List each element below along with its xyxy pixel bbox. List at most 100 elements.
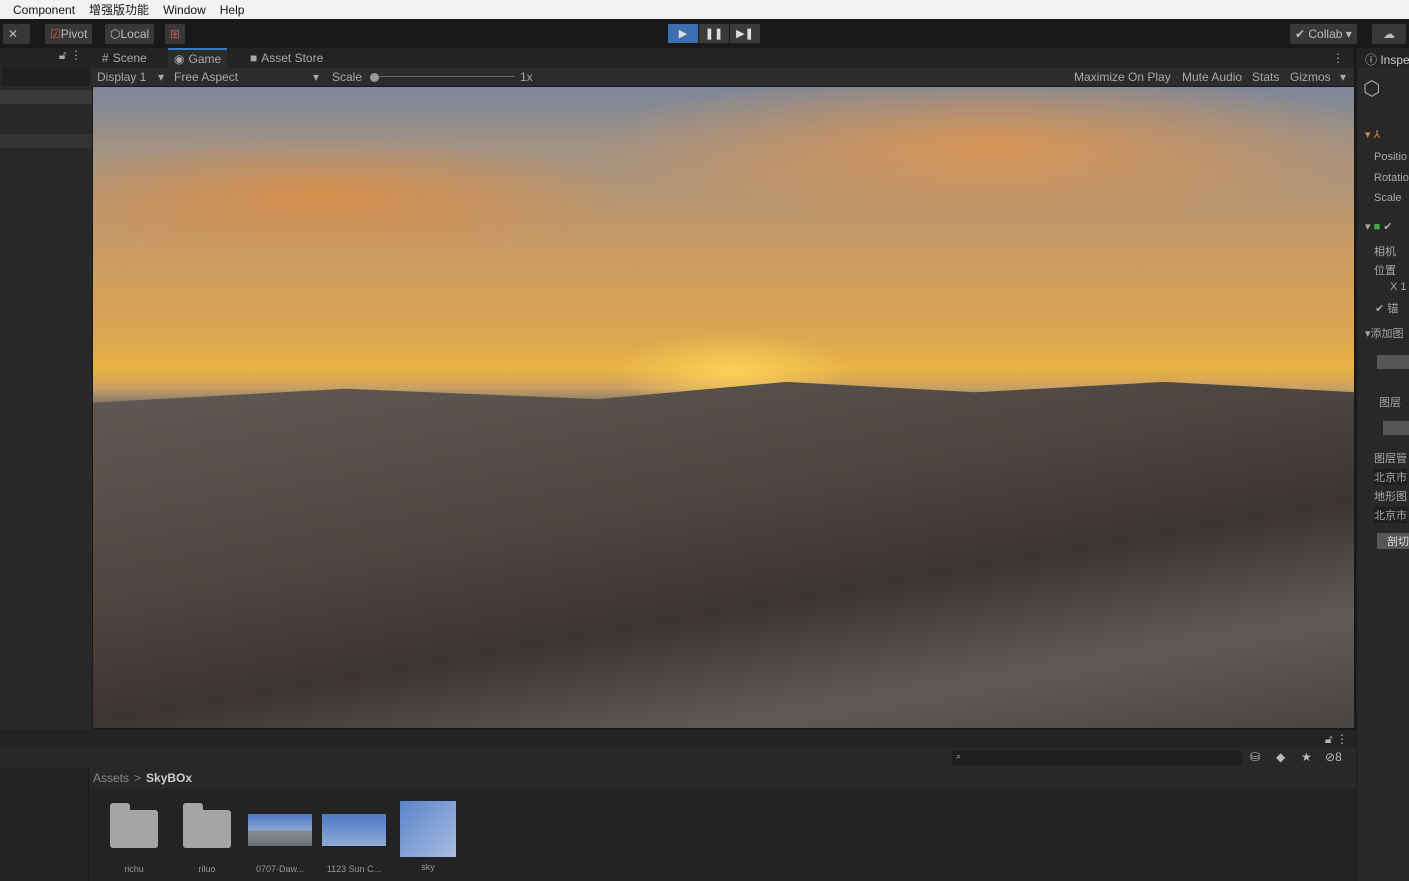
scale-label: Scale (332, 70, 363, 84)
grid-icon: # (102, 51, 109, 65)
terrain (93, 381, 1354, 728)
menu-help[interactable]: Help (220, 3, 245, 17)
menu-bar: Component 增强版功能 Window Help (0, 0, 1409, 19)
layer-dropdown[interactable] (1377, 355, 1409, 369)
project-header: 🔓︎ ⋮ (0, 730, 1356, 748)
scale-value: 1x (520, 70, 533, 84)
asset-name: 1123 Sun C... (326, 864, 382, 874)
tab-inspector[interactable]: ⓘ Inspe (1357, 48, 1409, 68)
asset-name: richu (124, 864, 144, 874)
tab-game[interactable]: ◉ Game (168, 48, 228, 68)
camera-label: 相机 (1374, 246, 1396, 258)
cut-button[interactable]: 剖切 (1377, 533, 1409, 549)
gamepad-icon: ◉ (174, 52, 185, 66)
tab-game-label: Game (188, 52, 222, 66)
inspector-panel: ⓘ Inspe ⬡ ▾ ⅄ Positio Rotatio Scale ▾ ■ … (1356, 48, 1409, 881)
x-field[interactable]: X 1 (1390, 281, 1407, 293)
asset-item[interactable]: 1123 Sun C... (319, 800, 389, 874)
component-checkbox[interactable]: ▾ ■ ✔ (1365, 220, 1393, 233)
filter-icon[interactable]: ⛁ (1250, 750, 1260, 764)
local-button[interactable]: ⬡ Local (105, 24, 155, 44)
layer-manager-label: 图层管 (1374, 453, 1407, 465)
menu-component[interactable]: Component (13, 3, 75, 17)
toolbar: ✕ ☑ Pivot ⬡ Local ⊞ ▶ ❚❚ ▶❚ ✔ Collab ▾ ☁ (0, 19, 1409, 48)
add-layer-foldout[interactable]: ▾添加图 (1365, 325, 1404, 341)
anchor-checkbox[interactable]: ✔ 锚 (1375, 300, 1398, 316)
asset-item[interactable]: sky (393, 800, 463, 872)
hierarchy-panel: 🔓︎ ⋮ (0, 48, 92, 730)
skybox-thumbnail (248, 814, 312, 846)
cloud-icon[interactable]: ☁ (1372, 24, 1406, 44)
asset-item[interactable]: richu (99, 800, 169, 874)
project-search[interactable]: ⌕ (952, 751, 1242, 765)
tab-asset-store[interactable]: ■ Asset Store (244, 48, 329, 68)
layer-item[interactable]: 北京市 (1374, 469, 1407, 485)
asset-name: 0707-Daw... (255, 864, 305, 874)
asset-name: riluo (198, 864, 216, 874)
collab-button[interactable]: ✔ Collab ▾ (1290, 24, 1357, 44)
step-button[interactable]: ▶❚ (730, 24, 760, 43)
breadcrumb: Assets > SkyBOx (89, 768, 1356, 788)
pause-button[interactable]: ❚❚ (699, 24, 729, 43)
stats-toggle[interactable]: Stats (1252, 70, 1279, 84)
layer-item[interactable]: 北京市 (1374, 507, 1407, 523)
transform-icon: ▾ ⅄ (1365, 129, 1381, 141)
lock-icon[interactable]: 🔓︎ ⋮ (1325, 732, 1348, 747)
tab-scene[interactable]: # Scene (96, 48, 153, 68)
position-label: Positio (1374, 151, 1408, 163)
hidden-count-value: 8 (1335, 750, 1342, 764)
local-label: Local (120, 27, 150, 41)
asset-item[interactable]: 0707-Daw... (245, 800, 315, 874)
maximize-on-play-toggle[interactable]: Maximize On Play (1074, 70, 1171, 84)
label-icon[interactable]: ◆ (1276, 750, 1285, 764)
game-viewport[interactable] (93, 87, 1354, 728)
star-icon[interactable]: ★ (1301, 750, 1312, 764)
breadcrumb-separator: > (134, 771, 142, 785)
display-dropdown[interactable]: Display 1 (97, 70, 146, 84)
menu-enhanced[interactable]: 增强版功能 (89, 1, 149, 18)
anchor-label: 锚 (1387, 303, 1399, 315)
pivot-button[interactable]: ☑ Pivot (45, 24, 93, 44)
inspector-title: Inspe (1380, 53, 1409, 67)
hierarchy-row[interactable] (0, 90, 92, 104)
menu-window[interactable]: Window (163, 3, 206, 17)
add-layer-label: 添加图 (1370, 328, 1404, 340)
snap-icon[interactable]: ⊞ (165, 24, 186, 44)
chevron-down-icon: ▾ (313, 70, 320, 84)
project-tree (0, 768, 89, 881)
asset-item[interactable]: riluo (172, 800, 242, 874)
hierarchy-search[interactable] (2, 68, 90, 86)
aspect-dropdown[interactable]: Free Aspect (174, 70, 238, 84)
layer-button[interactable] (1383, 421, 1409, 435)
mute-audio-toggle[interactable]: Mute Audio (1182, 70, 1242, 84)
scale-label: Scale (1374, 192, 1402, 204)
collab-label: Collab ▾ (1308, 27, 1352, 41)
scale-slider[interactable] (370, 73, 515, 82)
folder-icon (183, 803, 231, 848)
asset-name: sky (421, 862, 435, 872)
tools-icon[interactable]: ✕ (3, 24, 30, 44)
sunset-sky (93, 87, 1354, 408)
gizmos-toggle[interactable]: Gizmos (1290, 70, 1331, 84)
breadcrumb-skybox[interactable]: SkyBOx (146, 771, 192, 785)
lock-icon[interactable]: 🔓︎ ⋮ (0, 48, 92, 68)
bag-icon: ■ (250, 51, 258, 65)
chevron-down-icon: ▾ (158, 70, 165, 84)
hidden-count[interactable]: ⊘8 (1325, 750, 1342, 764)
view-tabs: # Scene ◉ Game ■ Asset Store ⋮ (92, 48, 1354, 68)
pivot-label: Pivot (60, 27, 88, 41)
more-menu-icon[interactable]: ⋮ (1326, 48, 1350, 68)
layer-label: 图层 (1379, 397, 1401, 409)
game-toolbar: Display 1 ▾ Free Aspect ▾ Scale 1x Maxim… (92, 68, 1354, 87)
cube-icon: ⬡ (1363, 78, 1381, 100)
texture-thumbnail (399, 800, 457, 858)
skybox-thumbnail (322, 814, 386, 846)
chevron-down-icon[interactable]: ▾ (1340, 70, 1346, 84)
tab-scene-label: Scene (112, 51, 147, 65)
check-icon: ✔ (1295, 27, 1309, 41)
hierarchy-row[interactable] (0, 134, 92, 148)
terrain-label: 地形图 (1374, 491, 1407, 503)
rotation-label: Rotatio (1374, 172, 1409, 184)
play-button[interactable]: ▶ (668, 24, 698, 43)
breadcrumb-assets[interactable]: Assets (93, 771, 129, 785)
